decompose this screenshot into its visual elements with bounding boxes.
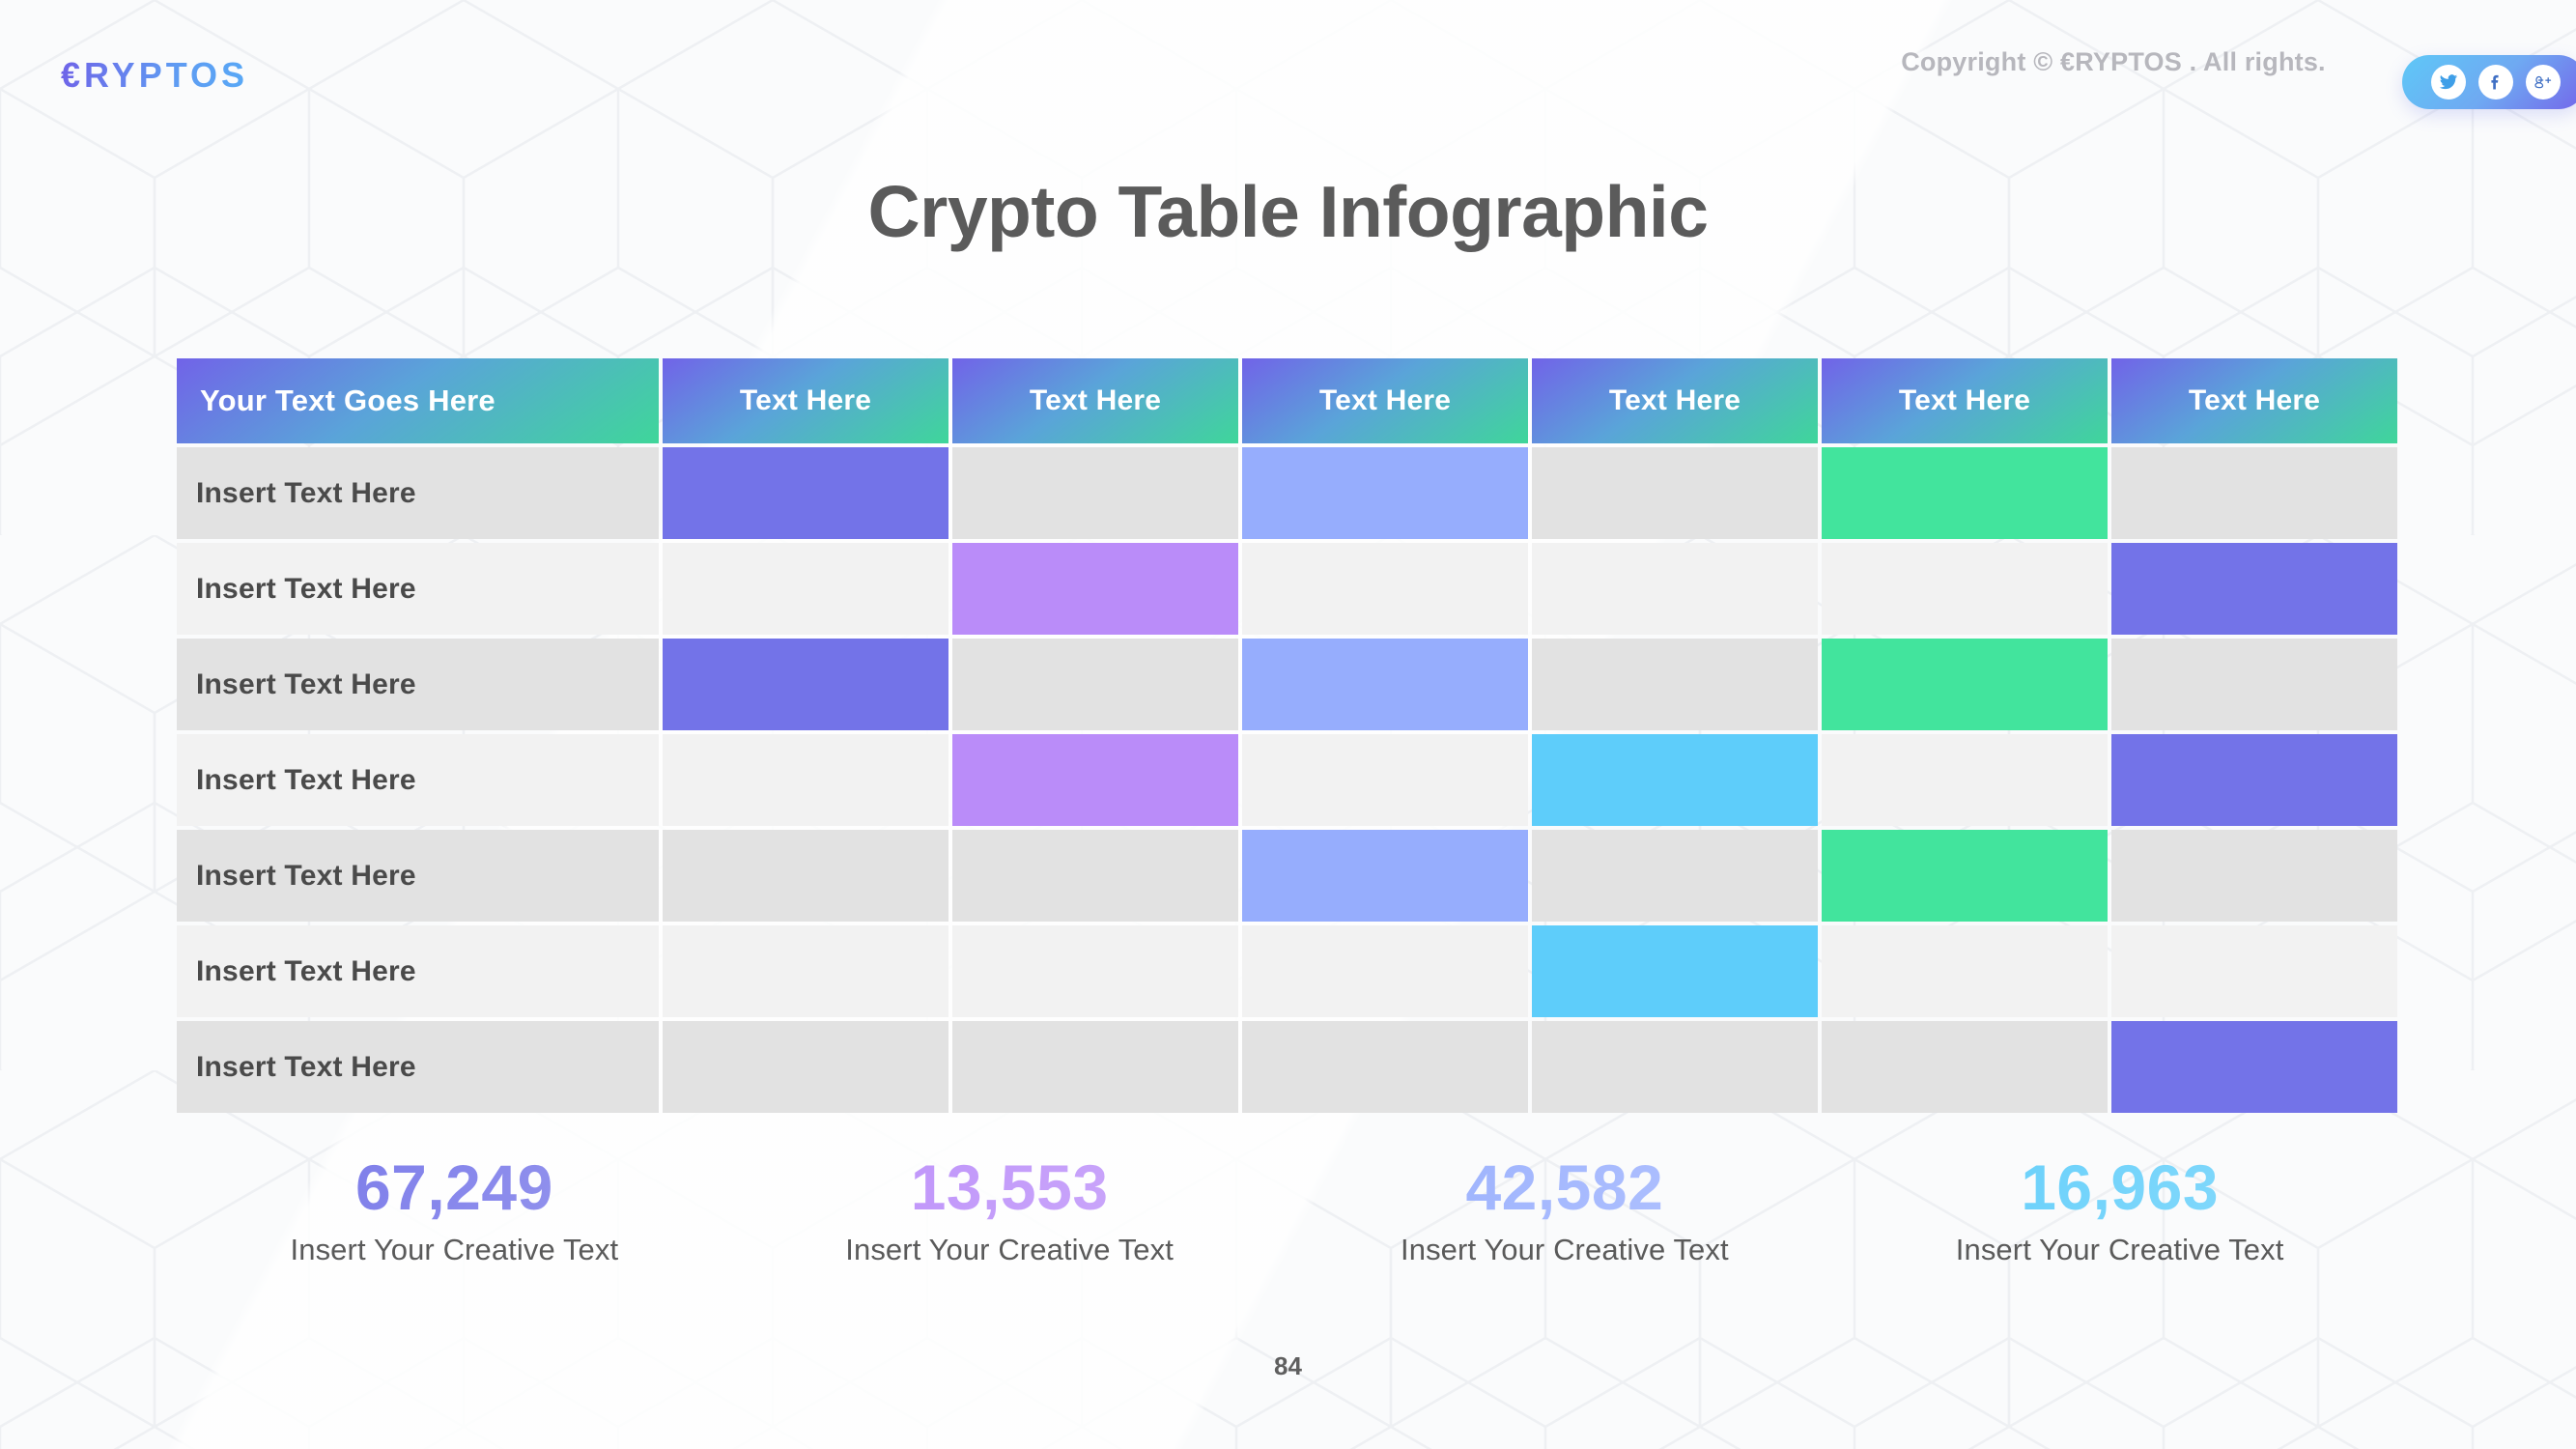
- table-row: Insert Text Here: [177, 639, 2397, 730]
- stat-label: Insert Your Creative Text: [1955, 1233, 2284, 1267]
- table-cell: [2111, 925, 2397, 1017]
- row-label: Insert Text Here: [177, 447, 659, 539]
- table-cell: [1822, 830, 2108, 922]
- table-cell: [1532, 447, 1818, 539]
- table-cell: [1822, 543, 2108, 635]
- table-cell: [2111, 543, 2397, 635]
- table-cell: [1242, 925, 1528, 1017]
- table-cell: [1242, 830, 1528, 922]
- table-cell: [663, 830, 948, 922]
- table-cell: [952, 447, 1238, 539]
- table-cell: [1242, 543, 1528, 635]
- table-row: Insert Text Here: [177, 925, 2397, 1017]
- table-cell: [1532, 734, 1818, 826]
- row-label: Insert Text Here: [177, 543, 659, 635]
- stat-value: 13,553: [732, 1153, 1288, 1221]
- crypto-table: Your Text Goes Here Text Here Text Here …: [177, 358, 2397, 1113]
- table-cell: [952, 543, 1238, 635]
- table-cell: [663, 734, 948, 826]
- table-row: Insert Text Here: [177, 734, 2397, 826]
- table-cell: [2111, 639, 2397, 730]
- table-cell: [1822, 1021, 2108, 1113]
- copyright-text: Copyright © €RYPTOS . All rights.: [1901, 47, 2326, 76]
- stat-item: 16,963 Insert Your Creative Text: [1842, 1153, 2397, 1267]
- table-cell: [663, 925, 948, 1017]
- table-cell: [1242, 639, 1528, 730]
- table-cell: [1532, 1021, 1818, 1113]
- table-row: Insert Text Here: [177, 1021, 2397, 1113]
- table-cell: [663, 639, 948, 730]
- table-cell: [663, 543, 948, 635]
- table-cell: [663, 447, 948, 539]
- twitter-icon: [2439, 72, 2458, 92]
- row-label: Insert Text Here: [177, 639, 659, 730]
- table-cell: [1532, 639, 1818, 730]
- table-cell: [663, 1021, 948, 1113]
- table-cell: [952, 639, 1238, 730]
- stat-item: 42,582 Insert Your Creative Text: [1288, 1153, 1843, 1267]
- table-cell: [1242, 447, 1528, 539]
- table-header-cell: Text Here: [663, 358, 948, 443]
- table-header-row: Your Text Goes Here Text Here Text Here …: [177, 358, 2397, 443]
- table-cell: [1822, 447, 2108, 539]
- row-label: Insert Text Here: [177, 925, 659, 1017]
- table-header-cell: Text Here: [2111, 358, 2397, 443]
- stat-label: Insert Your Creative Text: [1401, 1233, 1729, 1267]
- table-cell: [2111, 830, 2397, 922]
- table-cell: [1822, 639, 2108, 730]
- table-cell: [2111, 1021, 2397, 1113]
- table-cell: [952, 1021, 1238, 1113]
- row-label: Insert Text Here: [177, 1021, 659, 1113]
- table-row: Insert Text Here: [177, 830, 2397, 922]
- stat-item: 67,249 Insert Your Creative Text: [177, 1153, 732, 1267]
- table-cell: [1242, 1021, 1528, 1113]
- table-cell: [952, 925, 1238, 1017]
- table-header-cell: Text Here: [1242, 358, 1528, 443]
- table-cell: [1822, 925, 2108, 1017]
- table-cell: [952, 734, 1238, 826]
- table-row: Insert Text Here: [177, 543, 2397, 635]
- table-row: Insert Text Here: [177, 447, 2397, 539]
- stat-value: 42,582: [1288, 1153, 1843, 1221]
- table-cell: [952, 830, 1238, 922]
- table-cell: [1822, 734, 2108, 826]
- brand-logo: €RYPTOS: [61, 55, 249, 95]
- googleplus-button[interactable]: [2526, 65, 2561, 99]
- twitter-button[interactable]: [2431, 65, 2466, 99]
- facebook-icon: [2486, 72, 2505, 92]
- table-cell: [1532, 925, 1818, 1017]
- table-header-cell: Your Text Goes Here: [177, 358, 659, 443]
- table-cell: [1532, 543, 1818, 635]
- stat-label: Insert Your Creative Text: [290, 1233, 619, 1267]
- table-header-cell: Text Here: [952, 358, 1238, 443]
- table-cell: [2111, 734, 2397, 826]
- page-number: 84: [1274, 1351, 1302, 1380]
- stats-row: 67,249 Insert Your Creative Text 13,553 …: [177, 1153, 2397, 1267]
- stat-value: 67,249: [177, 1153, 732, 1221]
- stat-item: 13,553 Insert Your Creative Text: [732, 1153, 1288, 1267]
- page-title: Crypto Table Infographic: [867, 171, 1709, 252]
- table-header-cell: Text Here: [1532, 358, 1818, 443]
- row-label: Insert Text Here: [177, 734, 659, 826]
- table-header-cell: Text Here: [1822, 358, 2108, 443]
- social-links-bar: [2402, 55, 2576, 109]
- table-cell: [2111, 447, 2397, 539]
- stat-value: 16,963: [1842, 1153, 2397, 1221]
- row-label: Insert Text Here: [177, 830, 659, 922]
- table-cell: [1242, 734, 1528, 826]
- facebook-button[interactable]: [2478, 65, 2513, 99]
- googleplus-icon: [2533, 72, 2554, 92]
- table-cell: [1532, 830, 1818, 922]
- stat-label: Insert Your Creative Text: [845, 1233, 1174, 1267]
